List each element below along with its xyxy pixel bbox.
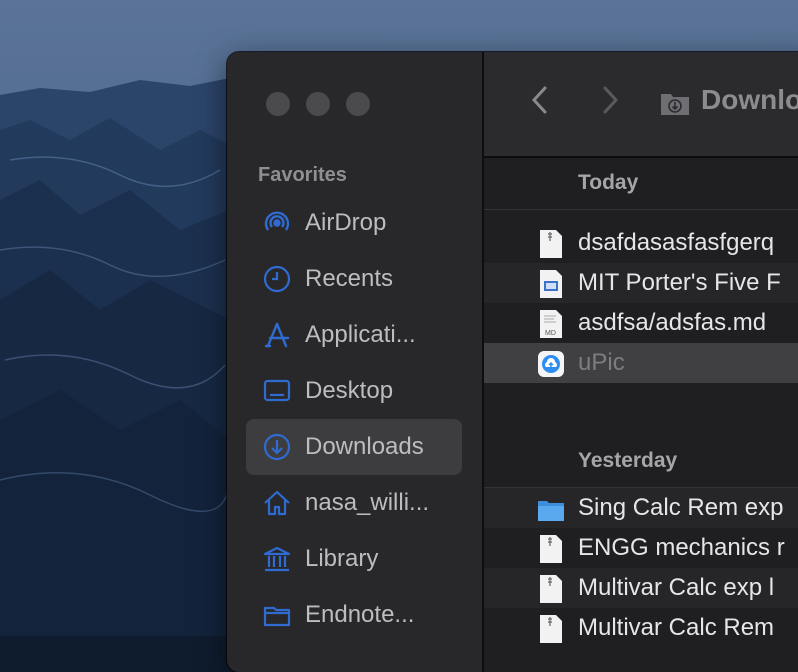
sidebar-item-label: Library [305, 545, 379, 572]
zoom-button[interactable] [346, 92, 370, 116]
sidebar-item-label: Applicati... [305, 321, 416, 348]
file-name: uPic [578, 349, 625, 376]
sidebar-item-applications[interactable]: Applicati... [246, 307, 462, 363]
group-header-yesterday: Yesterday [484, 434, 798, 488]
document-icon [537, 614, 565, 644]
file-name: dsafdasasfasfgerq [578, 229, 775, 256]
file-row[interactable]: ENGG mechanics r [484, 528, 798, 568]
close-button[interactable] [266, 92, 290, 116]
svg-text:MD: MD [545, 330, 556, 337]
file-name: MIT Porter's Five F [578, 269, 781, 296]
folder-icon [260, 598, 294, 632]
file-row[interactable]: Multivar Calc exp l [484, 568, 798, 608]
chevron-right-icon [600, 85, 620, 120]
upic-app-icon [537, 349, 565, 379]
sidebar-item-downloads[interactable]: Downloads [246, 419, 462, 475]
file-name: Multivar Calc Rem [578, 614, 775, 641]
sidebar-item-home[interactable]: nasa_willi... [246, 475, 462, 531]
sidebar-item-label: Desktop [305, 377, 394, 404]
document-icon [537, 574, 565, 604]
file-name: asdfsa/adsfas.md [578, 309, 767, 336]
window-title: Downlo [701, 84, 798, 115]
downloads-folder-icon [660, 89, 690, 122]
file-name: Sing Calc Rem exp [578, 494, 784, 521]
file-name: ENGG mechanics r [578, 534, 785, 561]
toolbar: Downlo [484, 52, 798, 158]
sidebar-item-label: Downloads [305, 433, 424, 460]
sidebar-item-label: AirDrop [305, 209, 387, 236]
markdown-file-icon: MD [537, 309, 565, 339]
file-row[interactable]: uPic [484, 343, 798, 383]
sidebar-heading: Favorites [258, 164, 347, 186]
sidebar-item-recents[interactable]: Recents [246, 251, 462, 307]
home-icon [260, 486, 294, 520]
sidebar-item-label: Endnote... [305, 601, 415, 628]
airdrop-icon [260, 206, 294, 240]
file-row[interactable]: MIT Porter's Five F [484, 263, 798, 303]
file-row[interactable]: MD asdfsa/adsfas.md [484, 303, 798, 343]
applications-icon [260, 318, 294, 352]
finder-window: Favorites AirDrop Recents Applicati... D… [227, 52, 798, 672]
chevron-left-icon [530, 85, 550, 120]
library-icon [260, 542, 294, 576]
file-row[interactable]: Sing Calc Rem exp [484, 488, 798, 528]
sidebar-item-label: nasa_willi... [305, 489, 430, 516]
clock-icon [260, 262, 294, 296]
forward-button[interactable] [594, 86, 626, 118]
back-button[interactable] [524, 86, 556, 118]
document-icon [537, 534, 565, 564]
main-pane: Downlo Today dsafdasasfasfgerq MIT Porte… [484, 52, 798, 672]
sidebar-item-label: Recents [305, 265, 394, 292]
sidebar-item-library[interactable]: Library [246, 531, 462, 587]
presentation-file-icon [537, 269, 565, 299]
group-header-today: Today [484, 156, 798, 210]
sidebar-item-endnote[interactable]: Endnote... [246, 587, 462, 643]
sidebar: Favorites AirDrop Recents Applicati... D… [227, 52, 484, 672]
file-row[interactable]: dsafdasasfasfgerq [484, 223, 798, 263]
sidebar-item-desktop[interactable]: Desktop [246, 363, 462, 419]
minimize-button[interactable] [306, 92, 330, 116]
desktop-icon [260, 374, 294, 408]
file-row[interactable]: Multivar Calc Rem [484, 608, 798, 648]
folder-icon [537, 494, 565, 524]
document-icon [537, 229, 565, 259]
file-name: Multivar Calc exp l [578, 574, 775, 601]
sidebar-item-airdrop[interactable]: AirDrop [246, 195, 462, 251]
download-icon [260, 430, 294, 464]
